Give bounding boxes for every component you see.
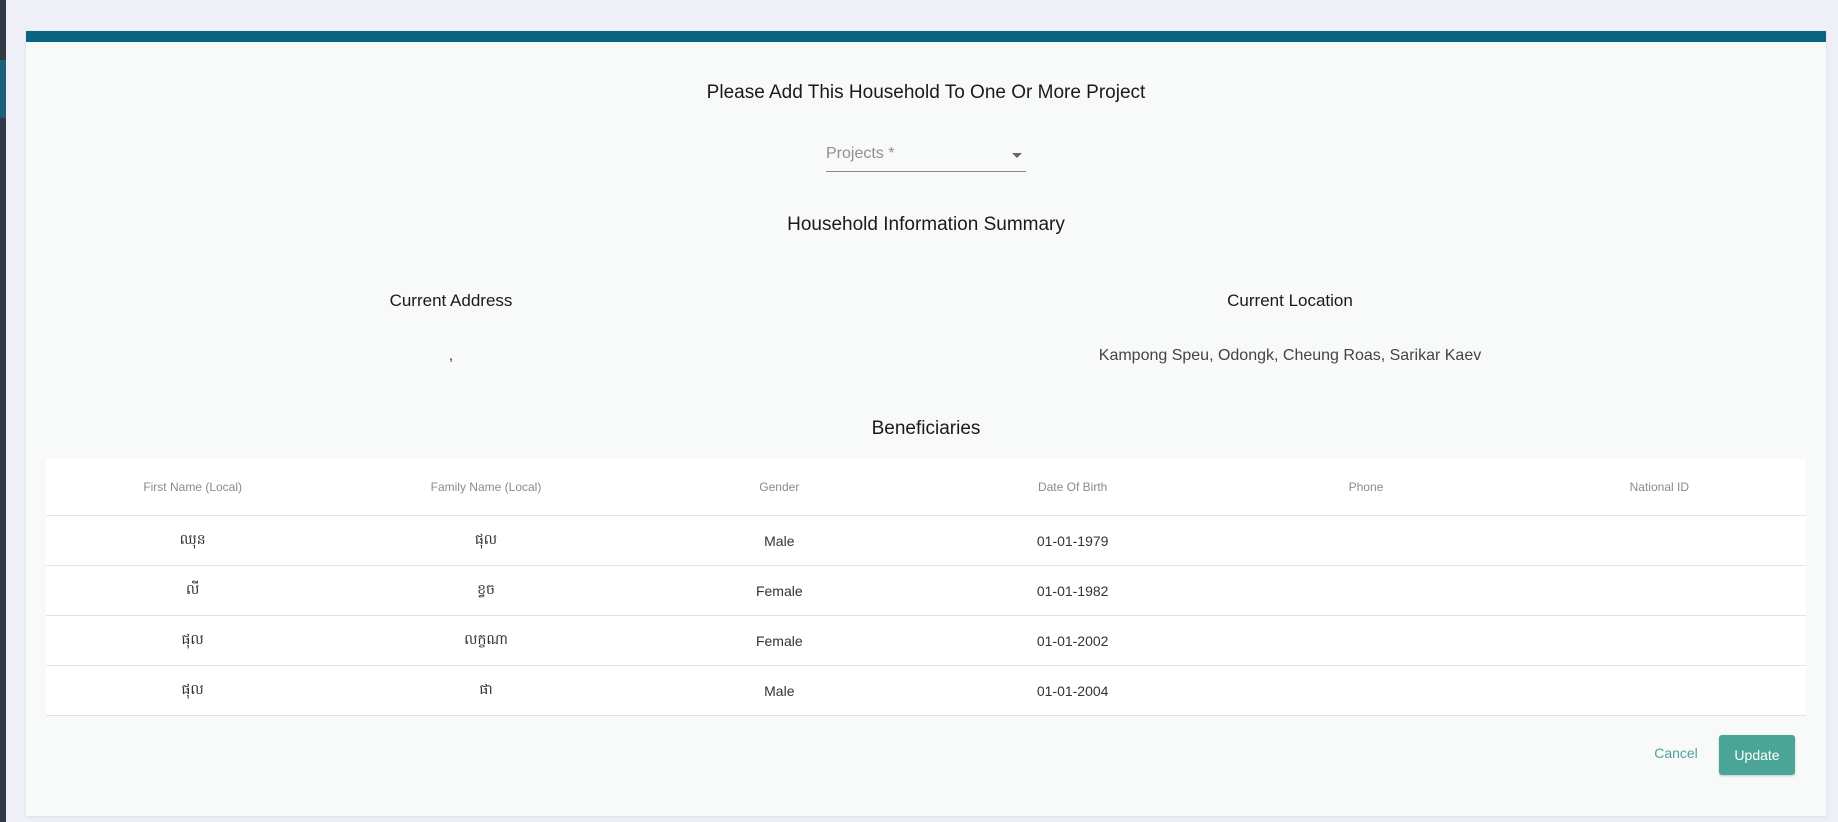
cell-date-of-birth: 01-01-1979 <box>925 515 1220 566</box>
cell-first-name: ផុល <box>46 665 340 716</box>
caret-down-icon <box>1012 153 1022 158</box>
table-row: ឈុន ផុល Male 01-01-1979 <box>46 515 1806 566</box>
table-row: ផុល លក្ខណា Female 01-01-2002 <box>46 615 1806 666</box>
column-header-gender[interactable]: Gender <box>632 459 926 516</box>
projects-select[interactable]: Projects * <box>826 139 1026 172</box>
app-sidebar-edge <box>0 0 6 822</box>
cell-national-id <box>1512 515 1806 566</box>
cell-date-of-birth: 01-01-1982 <box>925 565 1220 616</box>
current-location-label: Current Location <box>1227 291 1353 310</box>
dialog-top-bar <box>26 31 1826 42</box>
summary-title: Household Information Summary <box>787 214 1065 235</box>
cell-national-id <box>1512 615 1806 666</box>
table-header-row: First Name (Local) Family Name (Local) G… <box>46 459 1806 516</box>
cell-first-name: ផុល <box>46 615 340 666</box>
current-location-value: Kampong Speu, Odongk, Cheung Roas, Sarik… <box>1098 347 1482 364</box>
projects-select-placeholder: Projects * <box>826 145 895 162</box>
cell-family-name: ខ្វច <box>339 565 633 616</box>
cell-date-of-birth: 01-01-2002 <box>925 615 1220 666</box>
current-address-section: Current Address , <box>151 291 751 365</box>
cell-national-id <box>1512 565 1806 616</box>
cell-gender: Female <box>632 565 926 616</box>
column-header-family-name[interactable]: Family Name (Local) <box>339 459 633 516</box>
beneficiaries-title: Beneficiaries <box>871 418 981 439</box>
cell-gender: Male <box>632 515 926 566</box>
add-household-dialog: Please Add This Household To One Or More… <box>26 31 1826 816</box>
column-header-national-id[interactable]: National ID <box>1512 459 1806 516</box>
current-location-section: Current Location Kampong Speu, Odongk, C… <box>990 291 1590 365</box>
cell-phone <box>1219 515 1513 566</box>
column-header-first-name[interactable]: First Name (Local) <box>46 459 340 516</box>
column-header-date-of-birth[interactable]: Date Of Birth <box>925 459 1220 516</box>
cell-family-name: ផា <box>339 665 633 716</box>
cell-gender: Female <box>632 615 926 666</box>
cell-national-id <box>1512 665 1806 716</box>
cell-first-name: ឈុន <box>46 515 340 566</box>
cell-phone <box>1219 615 1513 666</box>
cell-family-name: លក្ខណា <box>339 615 633 666</box>
cell-phone <box>1219 665 1513 716</box>
cell-first-name: លី <box>46 565 340 616</box>
current-address-label: Current Address <box>389 291 513 310</box>
beneficiaries-table: First Name (Local) Family Name (Local) G… <box>46 459 1806 716</box>
cell-gender: Male <box>632 665 926 716</box>
update-button[interactable]: Update <box>1719 735 1795 775</box>
table-row: លី ខ្វច Female 01-01-1982 <box>46 565 1806 616</box>
cancel-button[interactable]: Cancel <box>1641 735 1711 771</box>
sidebar-accent <box>0 60 6 118</box>
cell-date-of-birth: 01-01-2004 <box>925 665 1220 716</box>
cell-phone <box>1219 565 1513 616</box>
column-header-phone[interactable]: Phone <box>1219 459 1513 516</box>
dialog-title: Please Add This Household To One Or More… <box>706 82 1146 103</box>
current-address-value: , <box>448 347 454 364</box>
cell-family-name: ផុល <box>339 515 633 566</box>
table-row: ផុល ផា Male 01-01-2004 <box>46 665 1806 716</box>
